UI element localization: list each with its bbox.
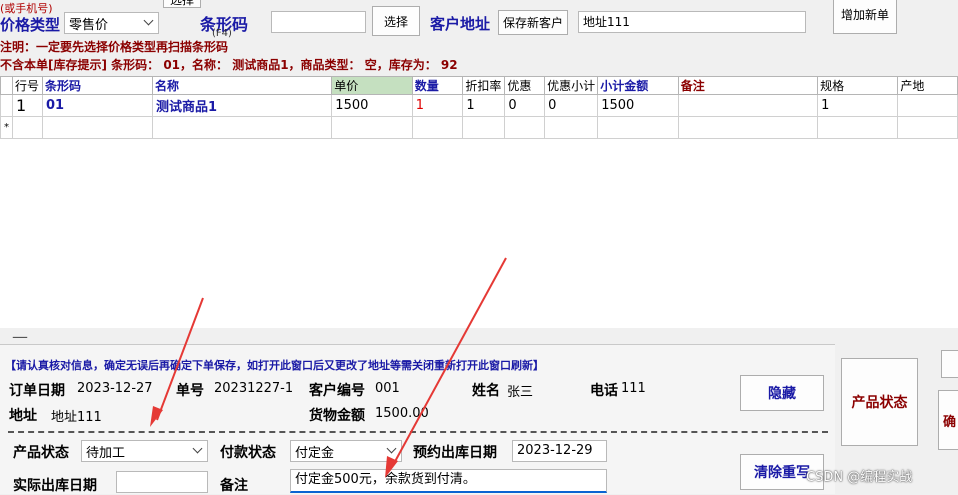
arrow-line-left	[156, 297, 204, 421]
annotation-arrows	[150, 257, 507, 478]
top-right-partial-button[interactable]	[941, 350, 958, 378]
arrow-line-right	[391, 257, 507, 468]
product-status-button[interactable]: 产品状态	[841, 358, 918, 446]
watermark: CSDN @编程实战	[806, 470, 913, 485]
confirm-button-partial[interactable]: 确	[938, 390, 958, 450]
